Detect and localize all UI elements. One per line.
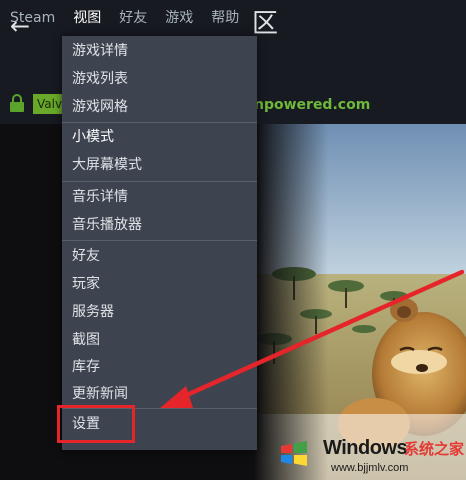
watermark-brand: Windows (323, 437, 408, 459)
watermark-url: www.bjjmlv.com (331, 462, 409, 474)
windows-logo-icon (281, 441, 307, 466)
watermark: Windows 系统之家 www.bjjmlv.com (271, 428, 466, 480)
watermark-cn-text: 系统之家 (404, 440, 465, 458)
red-arrow-icon (160, 269, 465, 408)
